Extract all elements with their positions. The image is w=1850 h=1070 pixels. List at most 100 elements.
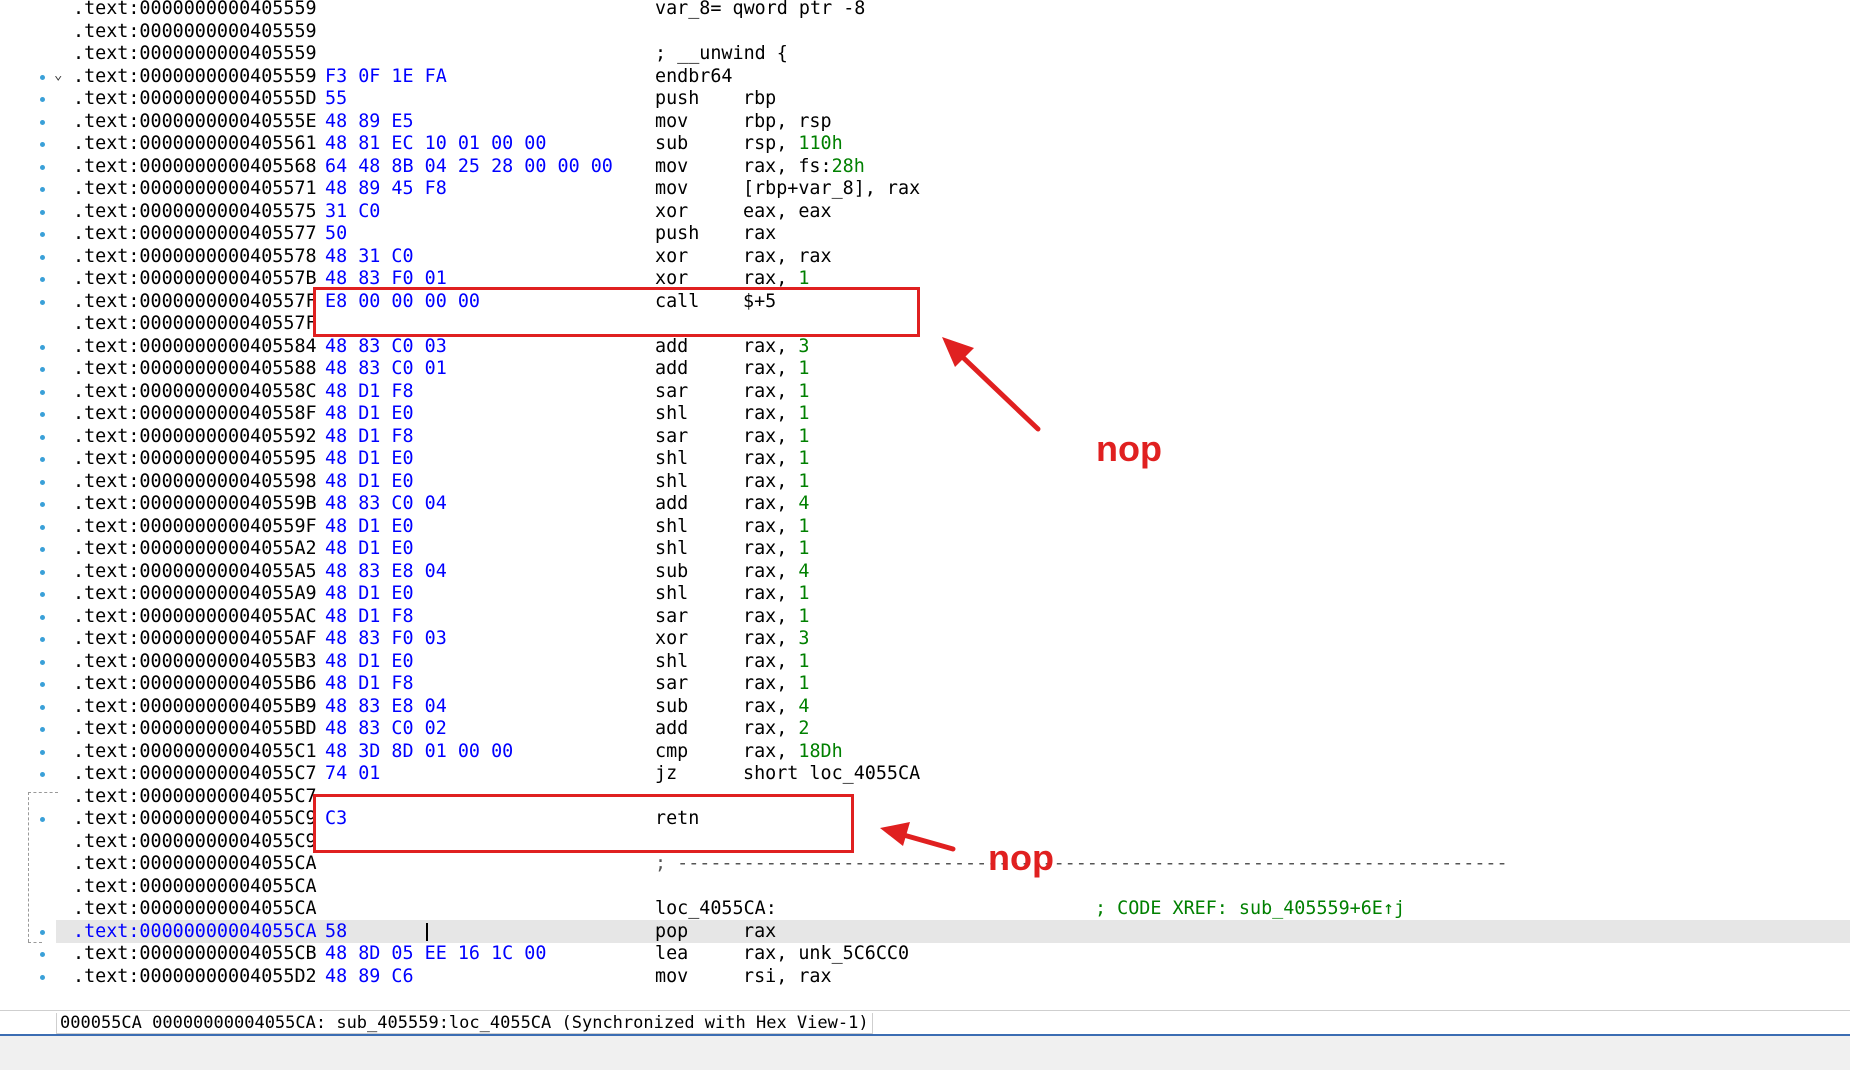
listing-row[interactable]: .text:0000000000405559 F3 0F 1E FA endbr64 bbox=[56, 65, 1850, 88]
operand-text: rax, bbox=[743, 628, 799, 649]
listing-row[interactable]: .text:00000000004055CA loc_4055CA: ; CODE … bbox=[56, 897, 1850, 920]
address: .text:0000000000405559 bbox=[73, 66, 317, 87]
breakpoint-dot-icon[interactable] bbox=[40, 547, 45, 552]
breakpoint-dot-icon[interactable] bbox=[40, 772, 45, 777]
listing-row[interactable]: .text:000000000040555E 48 89 E5 mov rbp, rs… bbox=[56, 110, 1850, 133]
breakpoint-dot-icon[interactable] bbox=[40, 817, 45, 822]
listing-row[interactable]: .text:00000000004055CA 58 pop rax bbox=[56, 920, 1850, 943]
breakpoint-dot-icon[interactable] bbox=[40, 232, 45, 237]
listing-row[interactable]: .text:0000000000405559 bbox=[56, 20, 1850, 43]
listing-row[interactable]: .text:0000000000405598 48 D1 E0 shl rax, 1 bbox=[56, 470, 1850, 493]
breakpoint-dot-icon[interactable] bbox=[40, 525, 45, 530]
breakpoint-dot-icon[interactable] bbox=[40, 502, 45, 507]
breakpoint-dot-icon[interactable] bbox=[40, 975, 45, 980]
listing-row[interactable]: .text:0000000000405559 var_8= qword ptr -… bbox=[56, 0, 1850, 20]
operands: rax bbox=[743, 222, 776, 245]
listing-row[interactable]: .text:0000000000405561 48 81 EC 10 01 00 … bbox=[56, 132, 1850, 155]
breakpoint-dot-icon[interactable] bbox=[40, 682, 45, 687]
breakpoint-dot-icon[interactable] bbox=[40, 187, 45, 192]
listing-row[interactable]: .text:000000000040558C 48 D1 F8 sar rax, 1 bbox=[56, 380, 1850, 403]
operand-number: 1 bbox=[798, 651, 810, 672]
breakpoint-dot-icon[interactable] bbox=[40, 592, 45, 597]
operand-number: 2 bbox=[798, 718, 810, 739]
breakpoint-dot-icon[interactable] bbox=[40, 277, 45, 282]
breakpoint-dot-icon[interactable] bbox=[40, 480, 45, 485]
listing-row[interactable]: .text:0000000000405571 48 89 45 F8 mov [rbp… bbox=[56, 177, 1850, 200]
operand-text: rax, unk_5C6CC0 bbox=[743, 943, 910, 964]
mnemonic: pop bbox=[655, 921, 689, 942]
operand-text: rax, bbox=[743, 336, 799, 357]
breakpoint-dot-icon[interactable] bbox=[40, 367, 45, 372]
breakpoint-dot-icon[interactable] bbox=[40, 615, 45, 620]
breakpoint-dot-icon[interactable] bbox=[40, 165, 45, 170]
listing-row[interactable]: .text:00000000004055D2 48 89 C6 mov rsi, ra… bbox=[56, 965, 1850, 988]
listing-row[interactable]: .text:000000000040558F 48 D1 E0 shl rax, 1 bbox=[56, 402, 1850, 425]
listing-row[interactable]: .text:0000000000405584 48 83 C0 03 add rax,… bbox=[56, 335, 1850, 358]
nop-label-top: nop bbox=[1096, 428, 1162, 469]
breakpoint-dot-icon[interactable] bbox=[40, 345, 45, 350]
operands: short loc_4055CA bbox=[743, 762, 920, 785]
operand-text: rax, bbox=[743, 696, 799, 717]
listing-row[interactable]: .text:0000000000405588 48 83 C0 01 add rax,… bbox=[56, 357, 1850, 380]
listing-row[interactable]: .text:00000000004055A2 48 D1 E0 shl rax, 1 bbox=[56, 537, 1850, 560]
nop-label-bottom: nop bbox=[988, 837, 1054, 878]
listing-row[interactable]: .text:0000000000405578 48 31 C0 xor rax, ra… bbox=[56, 245, 1850, 268]
listing-row[interactable]: .text:00000000004055C7 74 01 jz short loc_4… bbox=[56, 762, 1850, 785]
breakpoint-dot-icon[interactable] bbox=[40, 660, 45, 665]
listing-row[interactable]: .text:00000000004055A5 48 83 E8 04 sub rax,… bbox=[56, 560, 1850, 583]
listing-row[interactable]: .text:00000000004055BD 48 83 C0 02 add rax,… bbox=[56, 717, 1850, 740]
operand-number: 4 bbox=[798, 561, 810, 582]
opcode-bytes: 48 D1 E0 bbox=[325, 538, 414, 559]
listing-row[interactable]: .text:00000000004055B6 48 D1 F8 sar rax, 1 bbox=[56, 672, 1850, 695]
breakpoint-dot-icon[interactable] bbox=[40, 210, 45, 215]
xref-comment[interactable]: ; CODE XREF: sub_405559+6E↑j bbox=[1095, 897, 1405, 920]
breakpoint-dot-icon[interactable] bbox=[40, 570, 45, 575]
listing-row[interactable]: .text:00000000004055B9 48 83 E8 04 sub rax,… bbox=[56, 695, 1850, 718]
breakpoint-dot-icon[interactable] bbox=[40, 75, 45, 80]
listing-row[interactable]: .text:0000000000405592 48 D1 F8 sar rax, 1 bbox=[56, 425, 1850, 448]
breakpoint-dot-icon[interactable] bbox=[40, 637, 45, 642]
listing-row[interactable]: .text:000000000040559F 48 D1 E0 shl rax, 1 bbox=[56, 515, 1850, 538]
breakpoint-dot-icon[interactable] bbox=[40, 705, 45, 710]
address: .text:000000000040559B bbox=[73, 493, 317, 514]
breakpoint-dot-icon[interactable] bbox=[40, 435, 45, 440]
breakpoint-dot-icon[interactable] bbox=[40, 390, 45, 395]
retn-highlight-box bbox=[313, 794, 854, 853]
listing-row[interactable]: .text:0000000000405577 50 push rax bbox=[56, 222, 1850, 245]
listing-row[interactable]: .text:00000000004055CB 48 8D 05 EE 16 1C … bbox=[56, 942, 1850, 965]
listing-row[interactable]: .text:0000000000405575 31 C0 xor eax, eax bbox=[56, 200, 1850, 223]
listing-row[interactable]: .text:00000000004055B3 48 D1 E0 shl rax, 1 bbox=[56, 650, 1850, 673]
disassembly-listing[interactable]: .text:0000000000405559 var_8= qword ptr -… bbox=[56, 0, 1850, 1010]
mnemonic: sub bbox=[655, 696, 689, 717]
operands: rax, 4 bbox=[743, 492, 809, 515]
listing-row[interactable]: .text:000000000040559B 48 83 C0 04 add rax,… bbox=[56, 492, 1850, 515]
listing-row[interactable]: .text:00000000004055AC 48 D1 F8 sar rax, 1 bbox=[56, 605, 1850, 628]
listing-row[interactable]: .text:00000000004055CA ; ----------------… bbox=[56, 852, 1850, 875]
breakpoint-dot-icon[interactable] bbox=[40, 412, 45, 417]
listing-row[interactable]: .text:00000000004055AF 48 83 F0 03 xor rax,… bbox=[56, 627, 1850, 650]
listing-row[interactable]: .text:00000000004055CA bbox=[56, 875, 1850, 898]
breakpoint-dot-icon[interactable] bbox=[40, 120, 45, 125]
listing-row[interactable]: .text:0000000000405559 ; __unwind { bbox=[56, 42, 1850, 65]
listing-row[interactable]: .text:0000000000405568 64 48 8B 04 25 28 … bbox=[56, 155, 1850, 178]
code-label[interactable]: loc_4055CA: bbox=[655, 897, 777, 920]
mnemonic: add bbox=[655, 718, 689, 739]
breakpoint-dot-icon[interactable] bbox=[40, 255, 45, 260]
breakpoint-dot-icon[interactable] bbox=[40, 750, 45, 755]
breakpoint-dot-icon[interactable] bbox=[40, 142, 45, 147]
listing-row[interactable]: .text:00000000004055A9 48 D1 E0 shl rax, 1 bbox=[56, 582, 1850, 605]
breakpoint-dot-icon[interactable] bbox=[40, 97, 45, 102]
listing-row[interactable]: .text:00000000004055C1 48 3D 8D 01 00 00 c… bbox=[56, 740, 1850, 763]
opcode-bytes: 48 89 E5 bbox=[325, 111, 414, 132]
breakpoint-dot-icon[interactable] bbox=[40, 300, 45, 305]
opcode-bytes: 48 8D 05 EE 16 1C 00 bbox=[325, 943, 547, 964]
address: .text:00000000004055C1 bbox=[73, 741, 317, 762]
listing-row[interactable]: .text:0000000000405595 48 D1 E0 shl rax, 1 bbox=[56, 447, 1850, 470]
operands: rax, 1 bbox=[743, 447, 809, 470]
breakpoint-dot-icon[interactable] bbox=[40, 952, 45, 957]
breakpoint-dot-icon[interactable] bbox=[40, 727, 45, 732]
operand-text: rax, bbox=[743, 403, 799, 424]
listing-row[interactable]: .text:000000000040555D 55 push rbp bbox=[56, 87, 1850, 110]
breakpoint-dot-icon[interactable] bbox=[40, 457, 45, 462]
breakpoint-dot-icon[interactable] bbox=[40, 930, 45, 935]
